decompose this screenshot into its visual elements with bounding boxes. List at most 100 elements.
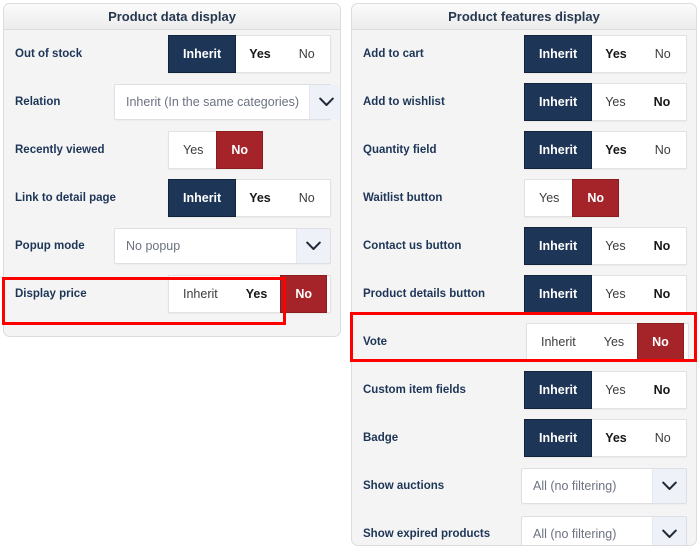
button-group-link-to-detail-page: Inherit Yes No — [168, 179, 331, 217]
option-vote-yes[interactable]: Yes — [590, 324, 638, 360]
button-group-product-details-button: Inherit Yes No — [524, 275, 687, 313]
option-waitlist-button-yes[interactable]: Yes — [525, 180, 573, 216]
settings-screen: Product data display Out of stock Inherit… — [0, 0, 700, 549]
chevron-down-icon[interactable] — [309, 85, 340, 119]
panel-left-title: Product data display — [4, 4, 340, 30]
select-value: All (no filtering) — [533, 527, 617, 541]
option-quantity-field-yes[interactable]: Yes — [591, 132, 641, 168]
row-label: Show expired products — [363, 528, 491, 540]
option-link-to-detail-page-inherit[interactable]: Inherit — [168, 179, 237, 217]
option-product-details-button-inherit[interactable]: Inherit — [524, 275, 593, 313]
option-out-of-stock-inherit[interactable]: Inherit — [168, 35, 237, 73]
row-control: Inherit Yes No — [524, 83, 687, 121]
option-out-of-stock-yes[interactable]: Yes — [235, 36, 285, 72]
chevron-down-icon[interactable] — [652, 469, 686, 503]
option-add-to-wishlist-yes[interactable]: Yes — [591, 84, 639, 120]
setting-row-waitlist-button: Waitlist button Yes No — [352, 174, 696, 222]
setting-row-custom-item-fields: Custom item fields Inherit Yes No — [352, 366, 696, 414]
option-custom-item-fields-yes[interactable]: Yes — [591, 372, 639, 408]
panel-product-features-display: Product features display Add to cart Inhe… — [351, 3, 697, 546]
row-label: Show auctions — [363, 480, 445, 492]
row-label: Relation — [15, 96, 61, 108]
setting-row-popup-mode: Popup mode No popup — [4, 222, 340, 270]
setting-row-badge: Badge Inherit Yes No — [352, 414, 696, 462]
row-label: Vote — [363, 336, 388, 348]
option-contact-us-button-no[interactable]: No — [640, 228, 685, 264]
option-quantity-field-inherit[interactable]: Inherit — [524, 131, 593, 169]
option-custom-item-fields-inherit[interactable]: Inherit — [524, 371, 593, 409]
option-contact-us-button-inherit[interactable]: Inherit — [524, 227, 593, 265]
option-badge-no[interactable]: No — [641, 420, 685, 456]
row-control: Inherit Yes No — [524, 35, 687, 73]
setting-row-recently-viewed: Recently viewed Yes No — [4, 126, 340, 174]
button-group-contact-us-button: Inherit Yes No — [524, 227, 687, 265]
select-show-auctions[interactable]: All (no filtering) — [521, 468, 687, 504]
setting-row-product-details-button: Product details button Inherit Yes No — [352, 270, 696, 318]
select-value: All (no filtering) — [533, 479, 617, 493]
select-popup-mode[interactable]: No popup — [114, 228, 331, 264]
option-waitlist-button-no[interactable]: No — [572, 179, 620, 217]
row-label: Out of stock — [15, 48, 83, 60]
option-add-to-cart-no[interactable]: No — [641, 36, 685, 72]
row-control: Inherit Yes No — [526, 323, 689, 361]
setting-row-relation: Relation Inherit (In the same categories) — [4, 78, 340, 126]
option-link-to-detail-page-no[interactable]: No — [285, 180, 329, 216]
option-link-to-detail-page-yes[interactable]: Yes — [235, 180, 285, 216]
row-control: Inherit Yes No — [168, 275, 331, 313]
select-value: Inherit (In the same categories) — [126, 95, 299, 109]
setting-row-show-auctions: Show auctions All (no filtering) — [352, 462, 696, 510]
option-add-to-wishlist-inherit[interactable]: Inherit — [524, 83, 593, 121]
panel-product-data-display: Product data display Out of stock Inherit… — [3, 3, 341, 337]
row-control: Inherit Yes No — [168, 35, 331, 73]
setting-row-show-expired-products: Show expired products All (no filtering) — [352, 510, 696, 545]
row-control: Inherit Yes No — [168, 179, 331, 217]
chevron-down-icon[interactable] — [296, 229, 330, 263]
row-control: All (no filtering) — [521, 468, 687, 504]
chevron-down-icon[interactable] — [652, 517, 686, 545]
row-control: Inherit Yes No — [524, 227, 687, 265]
option-badge-yes[interactable]: Yes — [591, 420, 641, 456]
button-group-waitlist-button: Yes No — [524, 179, 620, 217]
option-product-details-button-no[interactable]: No — [640, 276, 685, 312]
option-quantity-field-no[interactable]: No — [641, 132, 685, 168]
row-control: Inherit Yes No — [524, 131, 687, 169]
option-display-price-inherit[interactable]: Inherit — [169, 276, 232, 312]
setting-row-display-price: Display price Inherit Yes No — [4, 270, 340, 318]
row-label: Popup mode — [15, 240, 85, 252]
option-badge-inherit[interactable]: Inherit — [524, 419, 593, 457]
option-add-to-cart-inherit[interactable]: Inherit — [524, 35, 593, 73]
row-control: Inherit Yes No — [524, 275, 687, 313]
option-recently-viewed-no[interactable]: No — [216, 131, 264, 169]
option-vote-no[interactable]: No — [637, 323, 684, 361]
select-show-expired-products[interactable]: All (no filtering) — [521, 516, 687, 545]
row-label: Link to detail page — [15, 192, 116, 204]
option-add-to-wishlist-no[interactable]: No — [640, 84, 685, 120]
row-label: Custom item fields — [363, 384, 466, 396]
button-group-vote: Inherit Yes No — [526, 323, 689, 361]
button-group-recently-viewed: Yes No — [168, 131, 264, 169]
option-display-price-no[interactable]: No — [280, 275, 327, 313]
panel-right-body: Add to cart Inherit Yes No Add to wishlist In… — [352, 30, 696, 545]
option-vote-inherit[interactable]: Inherit — [527, 324, 590, 360]
row-control: Yes No — [168, 131, 264, 169]
row-control: Inherit Yes No — [524, 419, 687, 457]
option-product-details-button-yes[interactable]: Yes — [591, 276, 639, 312]
button-group-quantity-field: Inherit Yes No — [524, 131, 687, 169]
button-group-out-of-stock: Inherit Yes No — [168, 35, 331, 73]
option-display-price-yes[interactable]: Yes — [232, 276, 282, 312]
setting-row-contact-us-button: Contact us button Inherit Yes No — [352, 222, 696, 270]
option-out-of-stock-no[interactable]: No — [285, 36, 329, 72]
option-add-to-cart-yes[interactable]: Yes — [591, 36, 641, 72]
row-label: Badge — [363, 432, 399, 444]
option-contact-us-button-yes[interactable]: Yes — [591, 228, 639, 264]
button-group-badge: Inherit Yes No — [524, 419, 687, 457]
row-control: Inherit (In the same categories) — [114, 84, 340, 120]
option-recently-viewed-yes[interactable]: Yes — [169, 132, 217, 168]
button-group-add-to-wishlist: Inherit Yes No — [524, 83, 687, 121]
row-label: Contact us button — [363, 240, 462, 252]
button-group-custom-item-fields: Inherit Yes No — [524, 371, 687, 409]
option-custom-item-fields-no[interactable]: No — [640, 372, 685, 408]
row-label: Add to wishlist — [363, 96, 445, 108]
select-relation[interactable]: Inherit (In the same categories) — [114, 84, 340, 120]
setting-row-link-to-detail-page: Link to detail page Inherit Yes No — [4, 174, 340, 222]
